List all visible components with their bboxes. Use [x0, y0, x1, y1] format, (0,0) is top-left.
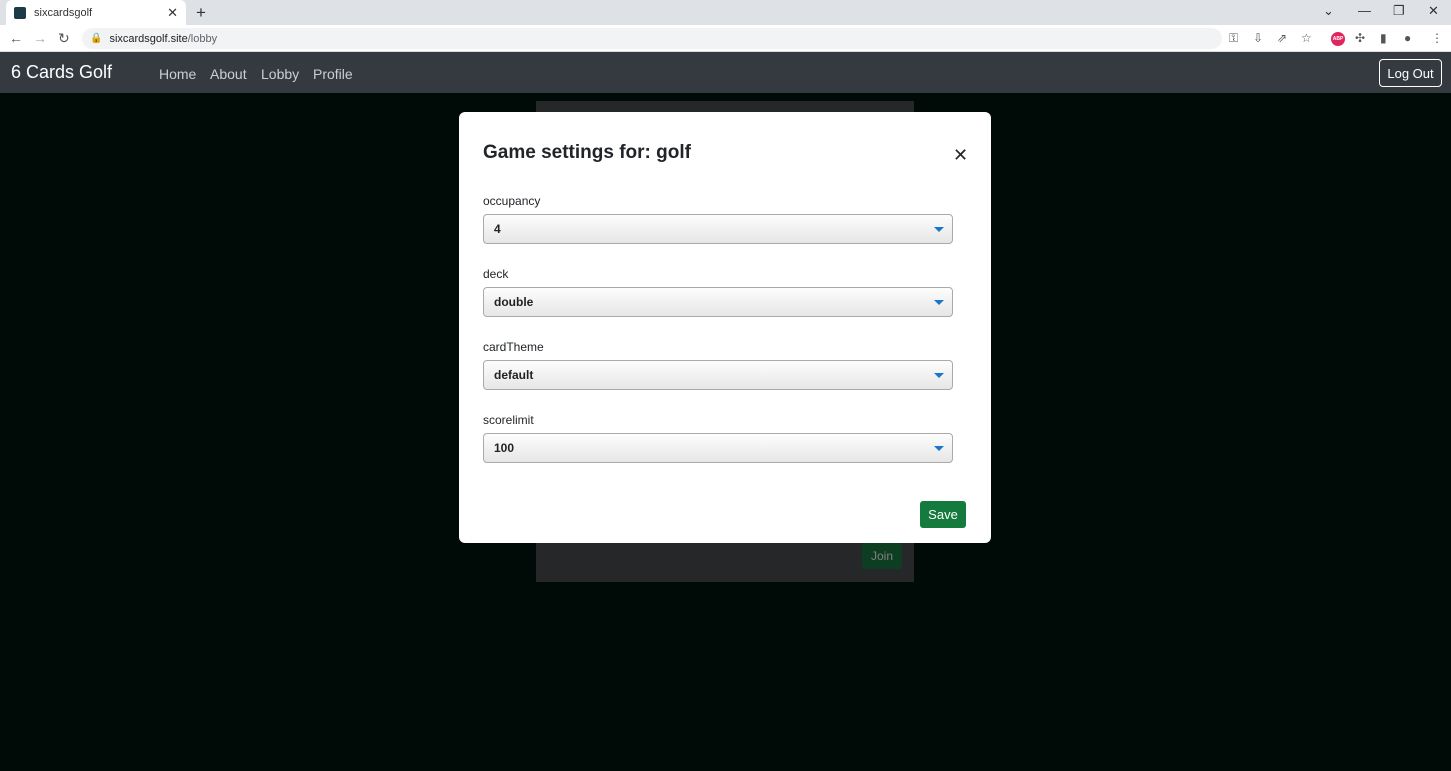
share-icon[interactable]: ⇗ [1277, 31, 1287, 45]
restore-icon[interactable]: ❐ [1393, 3, 1405, 19]
scorelimit-select[interactable]: 100 [483, 433, 953, 463]
scorelimit-label: scorelimit [483, 413, 534, 427]
tab-title: sixcardsgolf [34, 6, 93, 19]
deck-select[interactable]: double [483, 287, 953, 317]
close-tab-icon[interactable]: ✕ [167, 5, 178, 21]
save-button[interactable]: Save [920, 501, 966, 528]
chevron-down-icon [934, 446, 944, 451]
address-bar-row: ← → ↻ 🔒 sixcardsgolf.site/lobby ⚿ ⇩ ⇗ ☆ … [0, 25, 1451, 52]
nav-about[interactable]: About [210, 66, 247, 82]
scorelimit-value: 100 [494, 441, 515, 455]
modal-title: Game settings for: golf [483, 142, 691, 163]
browser-tab[interactable]: sixcardsgolf ✕ [6, 0, 186, 25]
bookmark-star-icon[interactable]: ☆ [1301, 31, 1312, 45]
tab-search-icon[interactable]: ⌄ [1323, 3, 1334, 19]
install-icon[interactable]: ⇩ [1253, 31, 1263, 45]
site-navbar: 6 Cards Golf Home About Lobby Profile Lo… [0, 52, 1451, 93]
cardtheme-value: default [494, 368, 534, 382]
cardtheme-select[interactable]: default [483, 360, 953, 390]
new-tab-icon[interactable]: + [196, 3, 206, 23]
browser-tab-bar: sixcardsgolf ✕ + ⌄ — ❐ ✕ [0, 0, 1451, 25]
deck-value: double [494, 295, 534, 309]
chevron-down-icon [934, 373, 944, 378]
adblock-icon[interactable]: ABP [1331, 32, 1345, 46]
chevron-down-icon [934, 300, 944, 305]
extensions-icon[interactable]: ✣ [1355, 31, 1365, 45]
forward-icon[interactable]: → [33, 30, 47, 46]
occupancy-select[interactable]: 4 [483, 214, 953, 244]
url-host: sixcardsgolf.site [109, 32, 188, 45]
deck-label: deck [483, 267, 509, 281]
game-settings-modal: Game settings for: golf ✕ occupancy 4 de… [459, 112, 991, 543]
nav-profile[interactable]: Profile [313, 66, 353, 82]
lock-icon: 🔒 [90, 33, 103, 44]
cardtheme-label: cardTheme [483, 340, 544, 354]
nav-lobby[interactable]: Lobby [261, 66, 299, 82]
side-panel-icon[interactable]: ▮ [1380, 31, 1387, 45]
url-field[interactable]: 🔒 sixcardsgolf.site/lobby [82, 28, 1222, 49]
favicon-icon [14, 6, 26, 19]
reload-icon[interactable]: ↻ [58, 30, 70, 47]
occupancy-value: 4 [494, 222, 501, 236]
logout-button[interactable]: Log Out [1379, 59, 1442, 87]
back-icon[interactable]: ← [9, 30, 23, 46]
url-path: /lobby [187, 32, 218, 45]
occupancy-label: occupancy [483, 194, 541, 208]
brand-logo[interactable]: 6 Cards Golf [11, 62, 112, 83]
close-icon[interactable]: ✕ [953, 145, 968, 166]
menu-icon[interactable]: ⋮ [1431, 31, 1443, 45]
minimize-icon[interactable]: — [1358, 3, 1371, 18]
close-window-icon[interactable]: ✕ [1428, 3, 1439, 19]
key-icon[interactable]: ⚿ [1229, 31, 1238, 46]
profile-icon[interactable]: ● [1404, 31, 1411, 45]
chevron-down-icon [934, 227, 944, 232]
nav-home[interactable]: Home [159, 66, 196, 82]
